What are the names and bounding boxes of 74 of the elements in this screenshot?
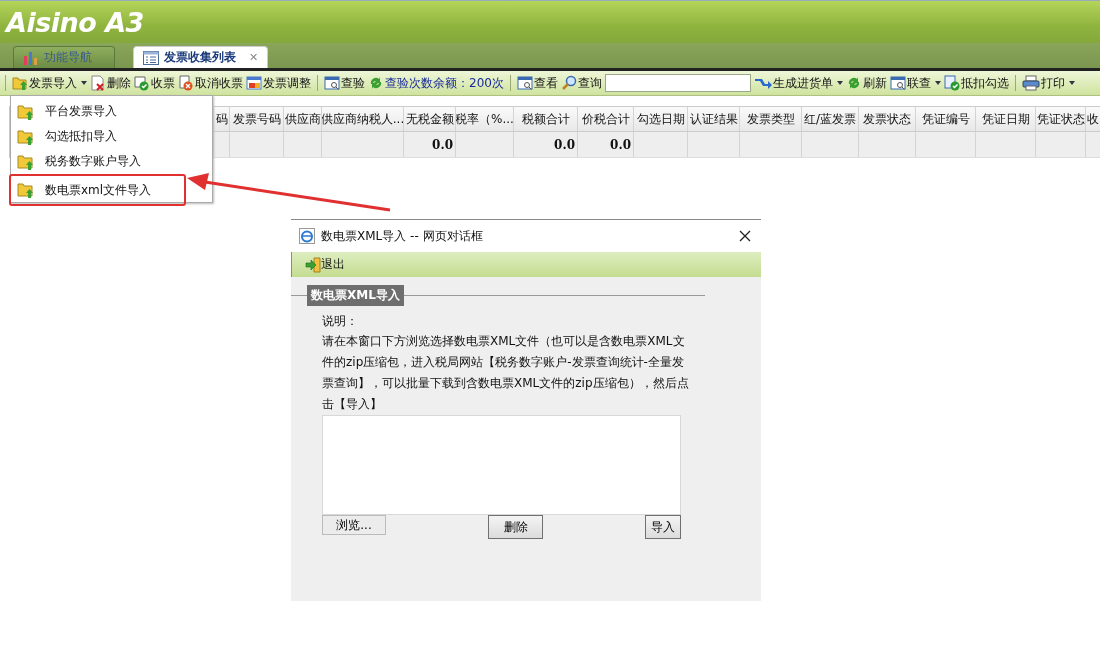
document-check-icon xyxy=(943,75,960,91)
section-title: 数电票XML导入 xyxy=(307,285,404,306)
document-cancel-icon xyxy=(178,75,194,91)
document-delete-icon xyxy=(90,75,106,91)
column-header: 凭证编号 xyxy=(916,107,976,131)
column-header: 税额合计 xyxy=(514,107,578,131)
table-cell: 0.0 xyxy=(404,132,456,157)
toolbar-button[interactable]: 生成进货单 xyxy=(753,74,843,92)
column-header: 发票状态 xyxy=(859,107,916,131)
logo: Aisino A3 xyxy=(6,6,144,38)
caret-icon xyxy=(934,81,941,85)
folder-icon xyxy=(17,103,35,120)
table-cell: 0.0 xyxy=(578,132,634,157)
exit-icon xyxy=(305,256,321,273)
menu-item[interactable]: 勾选抵扣导入 xyxy=(11,124,182,149)
window-search-icon xyxy=(324,75,340,91)
file-list[interactable] xyxy=(322,415,681,515)
toolbar-button[interactable]: 收票 xyxy=(134,74,175,92)
caret-icon xyxy=(1068,81,1075,85)
folder-icon xyxy=(12,75,28,91)
toolbar-button[interactable]: 联查 xyxy=(889,74,941,92)
instructions-text: 请在本窗口下方浏览选择数电票XML文件（也可以是含数电票XML文件的zip压缩包，进入税局网站【税务数字账户-发票查询统计-全量发票查询】，可以批量下载到含数电票XML文件的zip压缩包），然后点击【导入】 xyxy=(322,333,690,413)
column-header: 红/蓝发票 xyxy=(802,107,859,131)
toolbar-button[interactable]: 抵扣勾选 xyxy=(943,74,1009,92)
dialog-button[interactable]: 浏览... xyxy=(322,515,386,535)
toolbar-button[interactable]: 查验 xyxy=(324,74,365,92)
folder-icon xyxy=(17,182,35,198)
note-label: 说明： xyxy=(322,313,359,330)
toolbar-button[interactable]: 发票调整 xyxy=(246,74,311,92)
column-header: 认证结果 xyxy=(688,107,740,131)
menu-item[interactable]: 数电票xml文件导入 xyxy=(9,174,186,206)
toolbar-button[interactable]: 取消收票 xyxy=(178,74,243,92)
search-field[interactable] xyxy=(604,74,751,92)
column-header: 码 xyxy=(214,107,230,131)
column-header: 勾选日期 xyxy=(634,107,688,131)
menu-item[interactable]: 平台发票导入 xyxy=(11,99,182,124)
caret-icon xyxy=(81,81,87,85)
table-cell: 0.0 xyxy=(514,132,578,157)
column-header: 无税金额 xyxy=(404,107,456,131)
exit-button[interactable]: 退出 xyxy=(295,256,345,273)
column-header: 税率（%... xyxy=(456,107,514,131)
dialog-title: 数电票XML导入 -- 网页对话框 xyxy=(321,227,484,245)
folder-icon xyxy=(17,128,35,145)
column-header: 凭证日期 xyxy=(976,107,1036,131)
dialog-button[interactable]: 导入 xyxy=(645,515,681,539)
column-header: 凭证状态 xyxy=(1036,107,1086,131)
column-header: 供应商 xyxy=(284,107,322,131)
close-icon[interactable] xyxy=(739,230,751,242)
toolbar-button[interactable]: 发票导入 xyxy=(12,74,87,92)
balance-label: 查验次数余额：200次 xyxy=(368,74,504,92)
menu-item[interactable]: 税务数字账户导入 xyxy=(11,149,182,174)
dialog-button[interactable]: 删除 xyxy=(488,515,543,539)
toolbar-button[interactable]: 刷新 xyxy=(845,74,887,92)
search-icon xyxy=(560,75,577,91)
column-header: 收 xyxy=(1086,107,1100,131)
window-search-icon xyxy=(516,75,533,91)
refresh-icon xyxy=(368,75,384,91)
document-check-icon xyxy=(134,75,150,91)
tab[interactable]: 发票收集列表 ✕ xyxy=(133,46,269,68)
list-icon xyxy=(143,50,159,65)
toolbar-button[interactable]: 查看 xyxy=(516,74,558,92)
toolbar-button[interactable]: 查询 xyxy=(560,74,602,92)
window-icon xyxy=(246,75,262,91)
caret-icon xyxy=(836,81,843,85)
toolbar-button[interactable]: 删除 xyxy=(90,74,131,92)
column-header: 价税合计 xyxy=(578,107,634,131)
window-search-icon xyxy=(889,75,906,91)
bar-chart-icon xyxy=(23,50,39,65)
folder-icon xyxy=(17,153,35,170)
column-header: 发票号码 xyxy=(230,107,284,131)
toolbar-button[interactable]: 打印 xyxy=(1021,74,1075,92)
printer-icon xyxy=(1021,75,1040,91)
close-icon[interactable]: ✕ xyxy=(249,51,259,64)
column-header: 发票类型 xyxy=(740,107,802,131)
